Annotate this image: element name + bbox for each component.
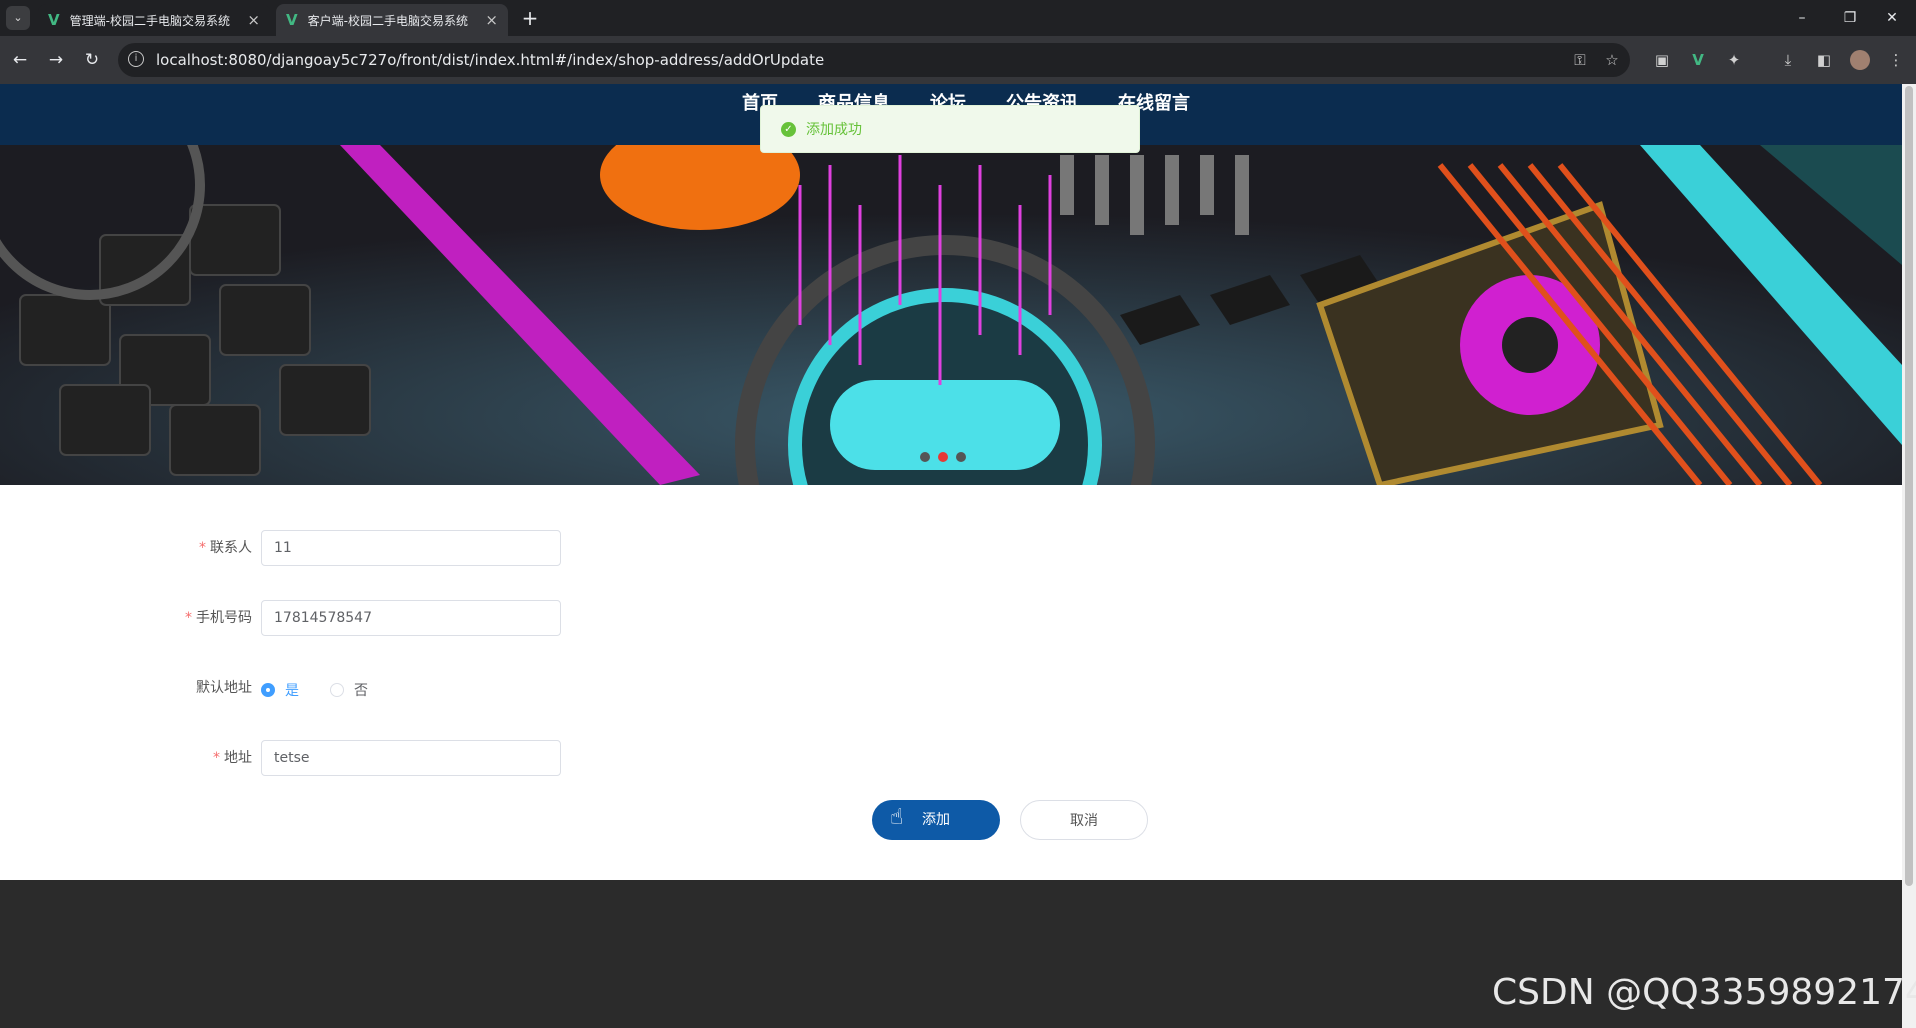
close-tab-icon[interactable]: ×: [485, 11, 498, 29]
hand-cursor-icon: ☝: [890, 805, 904, 830]
back-icon[interactable]: ←: [8, 48, 32, 72]
reload-icon[interactable]: ↻: [80, 48, 104, 72]
radio-no-label: 否: [354, 683, 368, 699]
success-toast: ✓ 添加成功: [760, 105, 1140, 153]
url-text[interactable]: localhost:8080/djangoay5c727o/front/dist…: [156, 43, 824, 77]
tab-admin[interactable]: V 管理端-校园二手电脑交易系统 ×: [38, 4, 270, 36]
banner-illustration: [0, 145, 1902, 485]
puzzle-icon[interactable]: ✦: [1722, 48, 1746, 72]
carousel-dot-active[interactable]: [938, 452, 948, 462]
extension-icon[interactable]: ▣: [1650, 48, 1674, 72]
radio-yes-label: 是: [285, 683, 299, 699]
csdn-watermark: CSDN @QQ3359892174: [1492, 972, 1916, 1013]
default-address-row: 默认地址 是 否: [0, 670, 600, 706]
carousel-dot[interactable]: [920, 452, 930, 462]
hero-banner-image: [0, 145, 1902, 485]
phone-input[interactable]: [261, 600, 561, 636]
vue-devtools-icon[interactable]: V: [1686, 48, 1710, 72]
radio-unchecked-icon: [330, 683, 344, 697]
cancel-button[interactable]: 取消: [1020, 800, 1148, 840]
menu-kebab-icon[interactable]: ⋮: [1884, 48, 1908, 72]
contact-label: * 联系人: [199, 540, 252, 556]
address-input[interactable]: [261, 740, 561, 776]
carousel-dot[interactable]: [956, 452, 966, 462]
toast-message: 添加成功: [806, 122, 862, 138]
scrollbar-thumb[interactable]: [1905, 86, 1913, 886]
address-bar[interactable]: i localhost:8080/djangoay5c727o/front/di…: [118, 43, 1630, 77]
phone-row: * 手机号码: [0, 600, 600, 636]
new-tab-icon[interactable]: +: [518, 6, 542, 30]
radio-yes[interactable]: 是: [261, 680, 299, 700]
tab-title: 客户端-校园二手电脑交易系统: [307, 13, 468, 28]
tab-title: 管理端-校园二手电脑交易系统: [69, 13, 230, 28]
close-window-icon[interactable]: ✕: [1866, 0, 1916, 36]
profile-avatar[interactable]: [1850, 50, 1870, 70]
password-key-icon[interactable]: ⚿: [1568, 48, 1592, 72]
site-info-icon[interactable]: i: [128, 51, 144, 67]
browser-toolbar: ← → ↻ i localhost:8080/djangoay5c727o/fr…: [0, 36, 1916, 84]
default-address-label: 默认地址: [196, 680, 252, 696]
tab-search-dropdown-icon[interactable]: ⌄: [6, 6, 30, 30]
bookmark-star-icon[interactable]: ☆: [1600, 48, 1624, 72]
vue-logo-icon: V: [48, 11, 60, 29]
browser-tab-bar: ⌄ V 管理端-校园二手电脑交易系统 × V 客户端-校园二手电脑交易系统 × …: [0, 0, 1916, 36]
radio-checked-icon: [261, 683, 275, 697]
download-icon[interactable]: ⤓: [1776, 48, 1800, 72]
carousel-indicators: [920, 452, 966, 462]
close-tab-icon[interactable]: ×: [247, 11, 260, 29]
side-panel-icon[interactable]: ◧: [1812, 48, 1836, 72]
tab-client[interactable]: V 客户端-校园二手电脑交易系统 ×: [276, 4, 508, 36]
minimize-icon[interactable]: –: [1776, 0, 1828, 36]
contact-input[interactable]: [261, 530, 561, 566]
address-label: * 地址: [213, 750, 252, 766]
check-circle-icon: ✓: [781, 121, 796, 137]
phone-label: * 手机号码: [185, 610, 252, 626]
radio-no[interactable]: 否: [330, 680, 368, 700]
vue-logo-icon: V: [286, 11, 298, 29]
address-row: * 地址: [0, 740, 600, 776]
forward-icon[interactable]: →: [44, 48, 68, 72]
contact-row: * 联系人: [0, 530, 600, 566]
